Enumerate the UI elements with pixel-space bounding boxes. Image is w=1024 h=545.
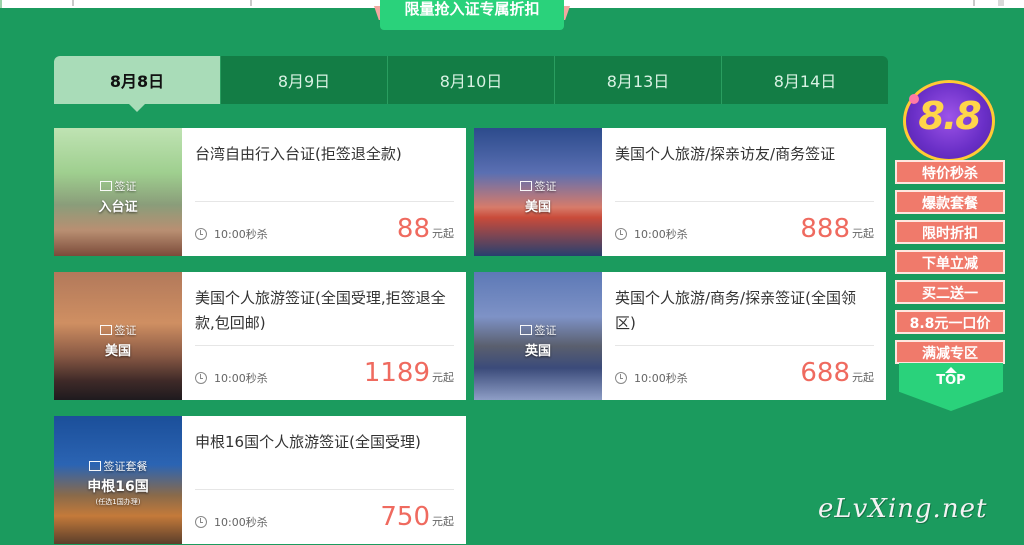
product-card-usa-1[interactable]: 签证 美国 美国个人旅游/探亲访友/商务签证 10:00秒杀 888 元起 <box>474 128 886 256</box>
visa-icon <box>88 461 101 471</box>
top-strip-tick <box>973 0 975 6</box>
sidebar-menu: 特价秒杀 爆款套餐 限时折扣 下单立减 买二送一 8.8元一口价 满减专区 <box>895 160 1005 370</box>
badge-text: 8.8 <box>918 94 981 138</box>
top-strip-tick <box>72 0 74 6</box>
clock-icon <box>615 228 627 240</box>
sidebar-item-full-reduction[interactable]: 满减专区 <box>895 340 1005 364</box>
clock-icon <box>195 516 207 528</box>
sidebar-item-order-discount[interactable]: 下单立减 <box>895 250 1005 274</box>
product-title[interactable]: 英国个人旅游/商务/探亲签证(全国领区) <box>615 286 875 336</box>
ribbon-text: 限量抢入证专属折扣 <box>380 0 564 30</box>
image-caption: 签证套餐 申根16国 (任选1国办理) <box>54 458 182 507</box>
flash-sale-time: 10:00秒杀 <box>195 370 268 386</box>
card-divider <box>615 345 874 346</box>
tab-aug-8[interactable]: 8月8日 <box>54 56 221 112</box>
flash-sale-time: 10:00秒杀 <box>195 226 268 242</box>
tab-aug-10[interactable]: 8月10日 <box>388 56 555 104</box>
card-divider <box>615 201 874 202</box>
product-card-uk[interactable]: 签证 英国 英国个人旅游/商务/探亲签证(全国领区) 10:00秒杀 688 元起 <box>474 272 886 400</box>
sidebar-item-buy-two-get-one[interactable]: 买二送一 <box>895 280 1005 304</box>
product-title[interactable]: 台湾自由行入台证(拒签退全款) <box>195 142 455 167</box>
card-divider <box>195 489 454 490</box>
top-strip-right-mark <box>998 0 1004 6</box>
product-price: 1189 元起 <box>363 358 454 388</box>
product-title[interactable]: 美国个人旅游/探亲访友/商务签证 <box>615 142 875 167</box>
product-card-schengen[interactable]: 签证套餐 申根16国 (任选1国办理) 申根16国个人旅游签证(全国受理) 10… <box>54 416 466 544</box>
flash-sale-time: 10:00秒杀 <box>615 226 688 242</box>
floating-sidebar: 8.8 特价秒杀 爆款套餐 限时折扣 下单立减 买二送一 8.8元一口价 满减专… <box>895 80 1007 411</box>
image-caption: 签证 入台证 <box>54 178 182 215</box>
image-visa-tag: 签证 <box>54 178 182 194</box>
image-destination: 英国 <box>524 344 551 359</box>
promo-badge: 8.8 <box>903 80 995 162</box>
clock-icon <box>195 372 207 384</box>
image-visa-tag: 签证 <box>474 178 602 194</box>
visa-icon <box>99 181 112 191</box>
top-strip-left-edge <box>0 0 2 8</box>
image-visa-tag: 签证 <box>54 322 182 338</box>
tab-aug-13[interactable]: 8月13日 <box>555 56 722 104</box>
top-strip-tick <box>250 0 252 6</box>
clock-icon <box>615 372 627 384</box>
image-visa-tag: 签证套餐 <box>54 458 182 474</box>
product-image[interactable]: 签证 入台证 <box>54 128 182 256</box>
flash-sale-time: 10:00秒杀 <box>615 370 688 386</box>
product-price: 88 元起 <box>396 214 454 244</box>
product-price: 688 元起 <box>800 358 874 388</box>
product-title[interactable]: 美国个人旅游签证(全国受理,拒签退全款,包回邮) <box>195 286 455 336</box>
promo-ribbon: 限量抢入证专属折扣 <box>374 0 570 30</box>
image-destination: 申根16国 <box>87 479 149 495</box>
sidebar-item-fixed-price[interactable]: 8.8元一口价 <box>895 310 1005 334</box>
image-caption: 签证 英国 <box>474 322 602 359</box>
card-divider <box>195 345 454 346</box>
sidebar-item-flash-sale[interactable]: 特价秒杀 <box>895 160 1005 184</box>
image-destination: 美国 <box>104 344 131 359</box>
product-card-taiwan[interactable]: 签证 入台证 台湾自由行入台证(拒签退全款) 10:00秒杀 88 元起 <box>54 128 466 256</box>
flash-sale-time: 10:00秒杀 <box>195 514 268 530</box>
visa-icon <box>99 325 112 335</box>
image-destination: 入台证 <box>98 200 138 215</box>
sidebar-item-limited-discount[interactable]: 限时折扣 <box>895 220 1005 244</box>
product-card-usa-2[interactable]: 签证 美国 美国个人旅游签证(全国受理,拒签退全款,包回邮) 10:00秒杀 1… <box>54 272 466 400</box>
image-subtitle: (任选1国办理) <box>95 498 141 506</box>
tab-aug-14[interactable]: 8月14日 <box>722 56 888 104</box>
product-title[interactable]: 申根16国个人旅游签证(全国受理) <box>195 430 455 455</box>
watermark: eLvXing.net <box>818 494 988 524</box>
image-destination: 美国 <box>524 200 551 215</box>
date-tabs: 8月8日 8月9日 8月10日 8月13日 8月14日 <box>54 56 888 112</box>
card-divider <box>195 201 454 202</box>
clock-icon <box>195 228 207 240</box>
product-price: 888 元起 <box>800 214 874 244</box>
product-price: 750 元起 <box>380 502 454 532</box>
image-caption: 签证 美国 <box>474 178 602 215</box>
back-to-top-button[interactable]: TOP <box>899 363 1003 411</box>
visa-icon <box>519 181 532 191</box>
tab-aug-9[interactable]: 8月9日 <box>221 56 388 104</box>
visa-icon <box>519 325 532 335</box>
sidebar-item-hot-package[interactable]: 爆款套餐 <box>895 190 1005 214</box>
image-caption: 签证 美国 <box>54 322 182 359</box>
product-image[interactable]: 签证套餐 申根16国 (任选1国办理) <box>54 416 182 544</box>
top-label: TOP <box>936 373 966 388</box>
product-image[interactable]: 签证 美国 <box>54 272 182 400</box>
product-image[interactable]: 签证 英国 <box>474 272 602 400</box>
image-visa-tag: 签证 <box>474 322 602 338</box>
product-image[interactable]: 签证 美国 <box>474 128 602 256</box>
